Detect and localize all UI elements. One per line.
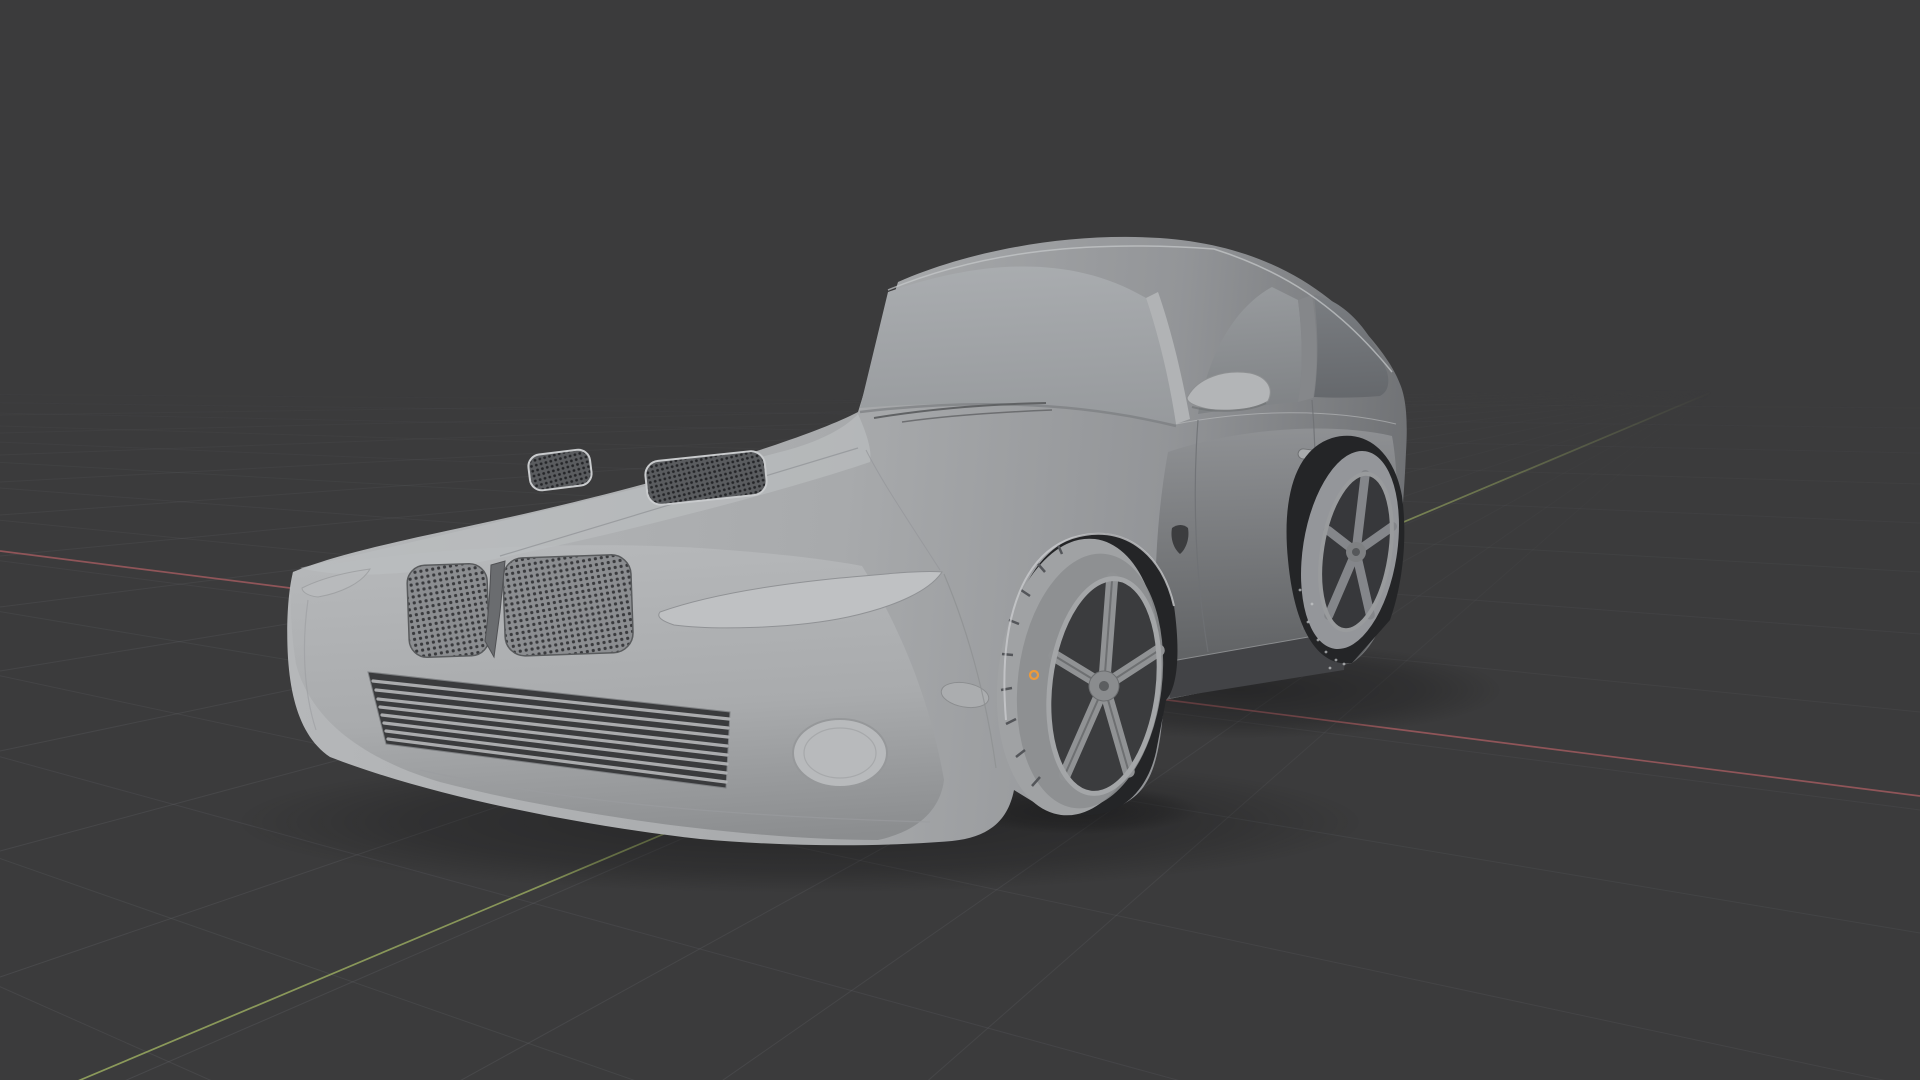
viewport-canvas[interactable] bbox=[0, 0, 1920, 1080]
grille-right bbox=[502, 554, 634, 657]
fog-lamp bbox=[792, 718, 888, 788]
hood-scoop-left bbox=[527, 448, 593, 492]
viewport-3d[interactable] bbox=[0, 0, 1920, 1080]
windshield bbox=[860, 266, 1176, 424]
car-model[interactable] bbox=[287, 236, 1412, 846]
grille-left bbox=[406, 563, 490, 659]
upper-grilles bbox=[406, 554, 634, 659]
